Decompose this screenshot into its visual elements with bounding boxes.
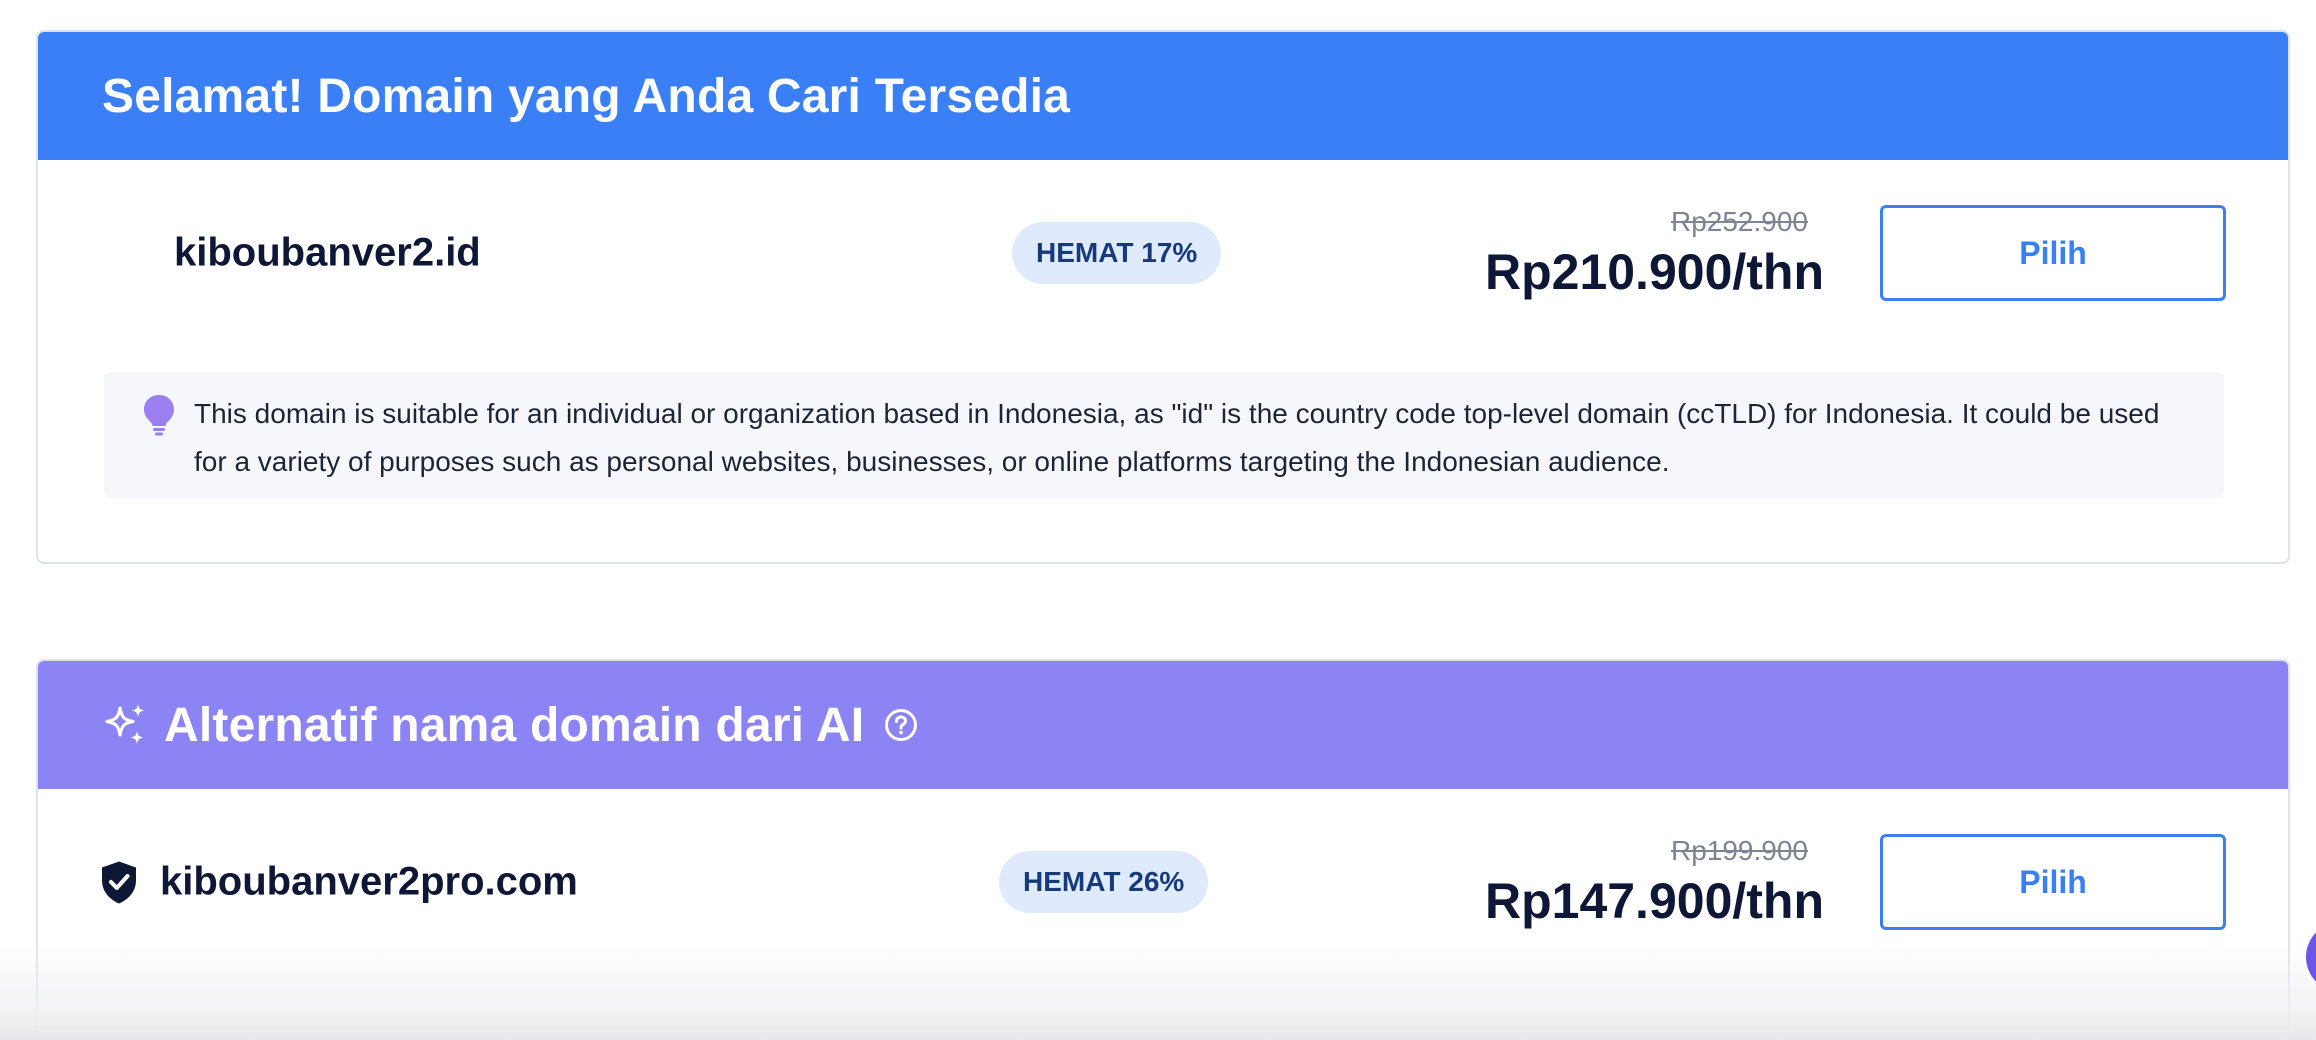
discounted-price: Rp147.900/thn — [1484, 873, 1824, 929]
discounted-price: Rp210.900/thn — [1484, 244, 1824, 300]
select-domain-button[interactable]: Pilih — [1880, 834, 2226, 930]
shield-check-icon — [102, 861, 136, 903]
lightbulb-icon — [144, 395, 174, 436]
ai-alternatives-card: Alternatif nama domain dari AI kiboubanv… — [36, 659, 2290, 1040]
available-header: Selamat! Domain yang Anda Cari Tersedia — [38, 32, 2288, 160]
discount-badge: HEMAT 26% — [999, 851, 1209, 913]
select-domain-button[interactable]: Pilih — [1880, 205, 2226, 301]
original-price: Rp252.900 — [1670, 206, 1808, 237]
available-domain-card: Selamat! Domain yang Anda Cari Tersedia … — [36, 30, 2290, 564]
available-domain-row: kiboubanver2.id HEMAT 17% Rp252.900 Rp21… — [38, 160, 2288, 346]
help-icon[interactable] — [884, 708, 918, 742]
domain-name: kiboubanver2.id — [174, 231, 481, 276]
sparkle-icon — [105, 704, 145, 744]
ai-domain-row: kiboubanver2pro.com HEMAT 26% Rp199.900 … — [38, 789, 2288, 975]
domain-suggestion-box: This domain is suitable for an individua… — [104, 372, 2224, 498]
domain-name-text: kiboubanver2pro.com — [160, 859, 578, 904]
domain-name: kiboubanver2pro.com — [100, 860, 578, 905]
ai-header-title: Alternatif nama domain dari AI — [164, 698, 865, 752]
chat-widget-button[interactable] — [2306, 922, 2316, 992]
original-price: Rp199.900 — [1670, 835, 1808, 866]
ai-header: Alternatif nama domain dari AI — [38, 661, 2288, 789]
page: Selamat! Domain yang Anda Cari Tersedia … — [0, 0, 2316, 1040]
price-block: Rp252.900 Rp210.900/thn — [1485, 205, 1824, 301]
price-block: Rp199.900 Rp147.900/thn — [1485, 834, 1824, 930]
domain-name-text: kiboubanver2.id — [174, 230, 481, 275]
divider — [36, 1026, 2290, 1029]
discount-badge: HEMAT 17% — [1012, 222, 1222, 284]
suggestion-text: This domain is suitable for an individua… — [194, 398, 2160, 477]
available-header-title: Selamat! Domain yang Anda Cari Tersedia — [102, 69, 1071, 123]
